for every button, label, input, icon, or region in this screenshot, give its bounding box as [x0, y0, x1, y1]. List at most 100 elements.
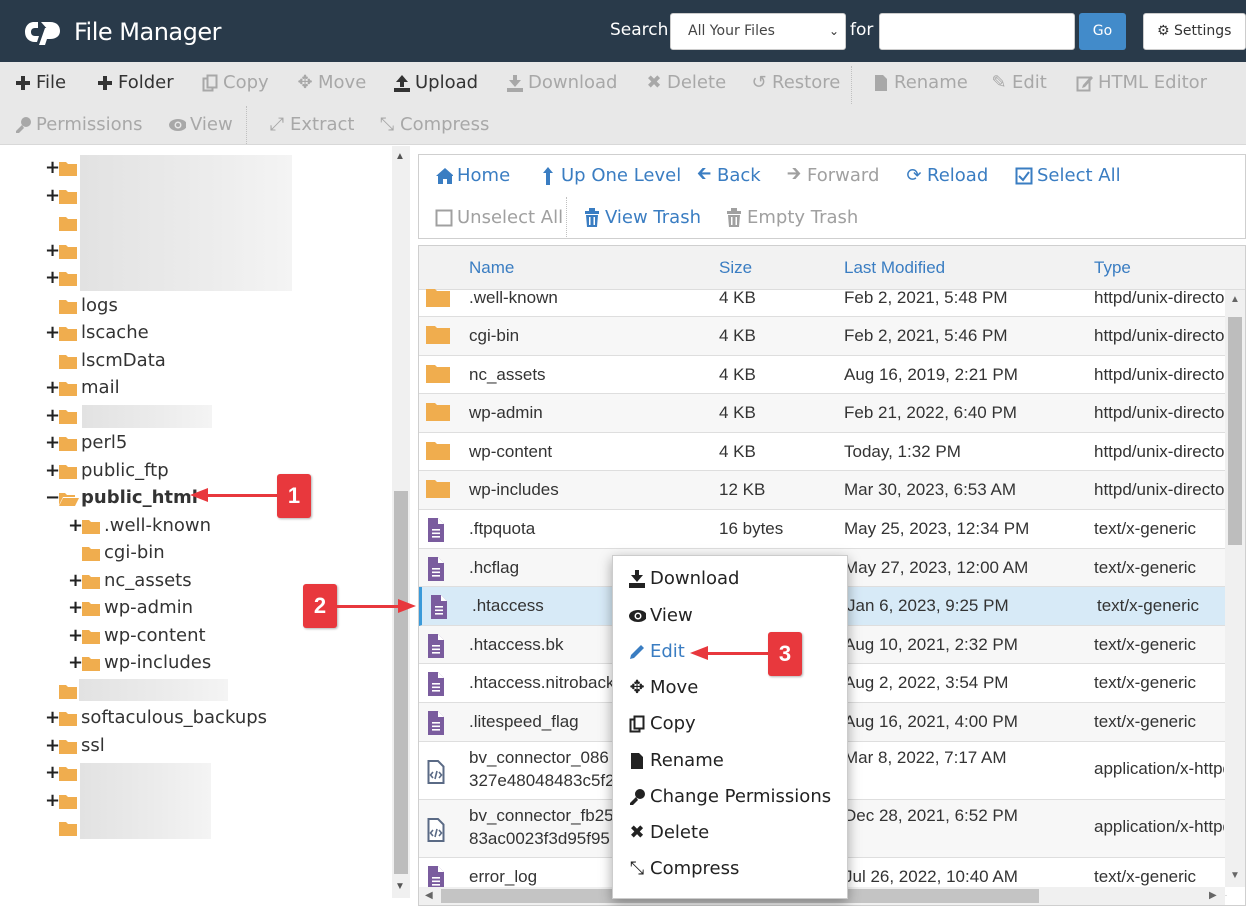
back-button[interactable]: 🡰 Back — [695, 163, 761, 187]
table-vertical-scrollbar[interactable]: ▲ ▼ — [1225, 290, 1245, 887]
new-file-button[interactable]: File — [14, 72, 66, 93]
expand-icon[interactable]: + — [45, 762, 60, 783]
tree-item[interactable]: + ssl — [45, 733, 105, 757]
tree-item[interactable]: logs — [45, 293, 118, 317]
context-menu-rename[interactable]: Rename — [628, 750, 724, 771]
tree-item[interactable]: + wp-content — [68, 623, 206, 647]
view-trash-button[interactable]: View Trash — [583, 207, 701, 228]
tree-item[interactable]: + softaculous_backups — [45, 705, 267, 729]
upload-button[interactable]: Upload — [393, 72, 478, 93]
tree-item[interactable]: + .well-known — [68, 513, 211, 537]
tree-item[interactable]: − public_html — [45, 485, 198, 509]
expand-icon[interactable]: + — [45, 377, 60, 398]
tree-item[interactable]: lscmData — [45, 348, 166, 372]
table-row[interactable]: cgi-bin 4 KB Feb 2, 2021, 5:46 PM httpd/uni… — [419, 317, 1227, 356]
edit-button[interactable]: ✎ Edit — [990, 72, 1046, 93]
column-header-name[interactable]: Name — [469, 258, 514, 278]
tree-item[interactable]: + — [45, 183, 81, 207]
tree-item[interactable]: + mail — [45, 375, 120, 399]
context-menu-view[interactable]: View — [628, 605, 693, 626]
select-all-button[interactable]: Select All — [1015, 165, 1121, 186]
context-menu-copy[interactable]: Copy — [628, 713, 696, 734]
context-menu-edit[interactable]: Edit — [628, 641, 685, 662]
expand-icon[interactable]: + — [45, 157, 60, 178]
table-row[interactable]: wp-content 4 KB Today, 1:32 PM httpd/unix-d… — [419, 433, 1227, 472]
scroll-down-icon[interactable]: ▼ — [395, 881, 405, 892]
expand-icon[interactable]: + — [45, 405, 60, 426]
context-menu-move[interactable]: ✥ Move — [628, 677, 698, 698]
tree-item[interactable]: + — [45, 155, 81, 179]
tree-item[interactable] — [45, 210, 81, 234]
expand-icon[interactable]: + — [45, 185, 60, 206]
tree-item[interactable] — [45, 678, 81, 702]
download-button[interactable]: Download — [506, 72, 617, 93]
expand-icon[interactable]: + — [68, 652, 83, 673]
tree-item[interactable]: cgi-bin — [68, 540, 165, 564]
expand-icon[interactable]: + — [45, 267, 60, 288]
search-input[interactable] — [879, 13, 1075, 50]
context-menu-change-permissions[interactable]: Change Permissions — [628, 786, 831, 807]
compress-button[interactable]: ⤡ Compress — [378, 114, 490, 135]
search-scope-select[interactable]: All Your Files ⌄ — [670, 13, 846, 50]
tree-item[interactable]: + — [45, 760, 81, 784]
table-row[interactable]: .well-known 4 KB Feb 2, 2021, 5:48 PM httpd… — [419, 288, 1227, 317]
scroll-up-icon[interactable]: ▲ — [1230, 294, 1240, 305]
tree-item[interactable]: + public_ftp — [45, 458, 169, 482]
expand-icon[interactable]: + — [45, 322, 60, 343]
expand-icon[interactable]: + — [68, 515, 83, 536]
tree-item[interactable]: + — [45, 788, 81, 812]
tree-item[interactable]: + — [45, 403, 81, 427]
html-editor-button[interactable]: HTML Editor — [1076, 72, 1207, 93]
restore-button[interactable]: ↺ Restore — [750, 72, 840, 93]
extract-button[interactable]: ⤢ Extract — [268, 114, 355, 135]
copy-button[interactable]: Copy — [201, 72, 269, 93]
table-scroll-thumb[interactable] — [1228, 317, 1242, 545]
column-header-last-modified[interactable]: Last Modified — [844, 258, 945, 278]
view-button[interactable]: View — [168, 114, 233, 135]
scroll-down-icon[interactable]: ▼ — [1230, 870, 1240, 881]
unselect-all-button[interactable]: Unselect All — [435, 207, 563, 228]
tree-item[interactable]: + lscache — [45, 320, 149, 344]
expand-icon[interactable]: + — [45, 460, 60, 481]
move-button[interactable]: ✥ Move — [296, 72, 366, 93]
table-row[interactable]: wp-includes 12 KB Mar 30, 2023, 6:53 AM htt… — [419, 471, 1227, 510]
new-folder-button[interactable]: Folder — [96, 72, 174, 93]
scroll-right-icon[interactable]: ▶ — [1209, 890, 1217, 901]
column-header-size[interactable]: Size — [719, 258, 752, 278]
tree-scrollbar[interactable]: ▲ ▼ — [392, 146, 410, 898]
expand-icon[interactable]: + — [68, 625, 83, 646]
tree-item[interactable]: + — [45, 238, 81, 262]
context-menu-download[interactable]: Download — [628, 568, 739, 589]
tree-item[interactable]: + wp-admin — [68, 595, 193, 619]
tree-item[interactable]: + wp-includes — [68, 650, 211, 674]
expand-icon[interactable]: + — [45, 432, 60, 453]
expand-icon[interactable]: + — [45, 735, 60, 756]
permissions-button[interactable]: Permissions — [14, 114, 142, 135]
tree-scroll-thumb[interactable] — [394, 491, 408, 874]
tree-item[interactable]: + — [45, 265, 81, 289]
go-button[interactable]: Go — [1079, 13, 1126, 50]
empty-trash-button[interactable]: Empty Trash — [725, 207, 858, 228]
rename-button[interactable]: Rename — [872, 72, 968, 93]
tree-item[interactable] — [45, 815, 81, 839]
collapse-icon[interactable]: − — [45, 487, 60, 508]
settings-button[interactable]: ⚙ Settings — [1143, 13, 1246, 50]
forward-button[interactable]: 🡲 Forward — [785, 163, 880, 187]
expand-icon[interactable]: + — [45, 707, 60, 728]
expand-icon[interactable]: + — [68, 570, 83, 591]
table-row[interactable]: wp-admin 4 KB Feb 21, 2022, 6:40 PM httpd/u… — [419, 394, 1227, 433]
delete-button[interactable]: ✖ Delete — [645, 72, 726, 93]
home-button[interactable]: Home — [435, 165, 510, 186]
table-row[interactable]: .ftpquota 16 bytes May 25, 2023, 12:34 PM t… — [419, 510, 1227, 549]
table-row[interactable]: nc_assets 4 KB Aug 16, 2019, 2:21 PM httpd/… — [419, 356, 1227, 395]
tree-item[interactable]: + perl5 — [45, 430, 127, 454]
expand-icon[interactable]: + — [68, 597, 83, 618]
column-header-type[interactable]: Type — [1094, 258, 1131, 278]
expand-icon[interactable]: + — [45, 790, 60, 811]
context-menu-delete[interactable]: ✖ Delete — [628, 822, 709, 843]
reload-button[interactable]: ⟳ Reload — [905, 165, 988, 186]
scroll-left-icon[interactable]: ◀ — [425, 890, 433, 901]
scroll-up-icon[interactable]: ▲ — [395, 151, 405, 162]
context-menu-compress[interactable]: ⤡ Compress — [628, 858, 740, 879]
expand-icon[interactable]: + — [45, 240, 60, 261]
